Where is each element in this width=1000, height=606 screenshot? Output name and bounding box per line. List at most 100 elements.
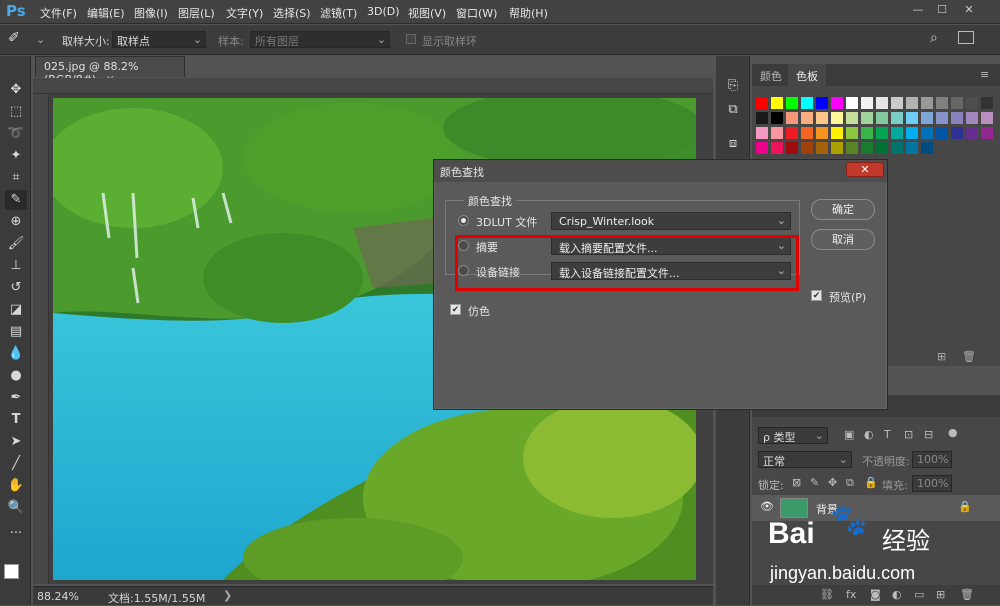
color-swatch[interactable] xyxy=(876,127,888,139)
color-swatch[interactable] xyxy=(981,127,993,139)
color-swatch[interactable] xyxy=(846,142,858,154)
color-swatch[interactable] xyxy=(801,127,813,139)
type-tool-icon[interactable]: T xyxy=(5,410,27,430)
ok-button[interactable]: 确定 xyxy=(811,199,875,220)
delete-swatch-icon[interactable]: 🗑 xyxy=(962,350,976,363)
color-swatch[interactable] xyxy=(951,127,963,139)
layer-filter-select[interactable]: ρ 类型 ⌄ xyxy=(758,427,828,444)
color-swatch[interactable] xyxy=(906,97,918,109)
brush-tool-icon[interactable]: 🖌 xyxy=(5,234,27,254)
menu-type[interactable]: 文字(Y) xyxy=(226,5,263,21)
lock-all-icon[interactable]: 🔒 xyxy=(864,476,878,489)
menu-filter[interactable]: 滤镜(T) xyxy=(320,5,357,21)
color-swatch[interactable] xyxy=(891,112,903,124)
color-swatch[interactable] xyxy=(831,142,843,154)
zoom-level[interactable]: 88.24% xyxy=(37,590,79,603)
color-swatch[interactable] xyxy=(756,142,768,154)
color-swatch[interactable] xyxy=(921,112,933,124)
color-swatch[interactable] xyxy=(771,142,783,154)
clone-source-icon[interactable]: ⧈ xyxy=(722,134,744,154)
more-tools-icon[interactable]: ··· xyxy=(5,524,27,544)
tab-color[interactable]: 颜色 xyxy=(752,64,790,86)
pen-tool-icon[interactable]: ✒ xyxy=(5,388,27,408)
color-swatch[interactable] xyxy=(951,112,963,124)
dialog-close-button[interactable]: ✕ xyxy=(846,162,884,177)
color-swatch[interactable] xyxy=(846,97,858,109)
color-swatch[interactable] xyxy=(966,97,978,109)
color-swatch[interactable] xyxy=(786,97,798,109)
dialog-title-bar[interactable]: 颜色查找 xyxy=(434,160,887,182)
color-swatch[interactable] xyxy=(921,142,933,154)
color-swatch[interactable] xyxy=(771,127,783,139)
crop-tool-icon[interactable]: ⌗ xyxy=(5,168,27,188)
lock-pixels-icon[interactable]: ⊠ xyxy=(792,476,801,489)
color-swatch[interactable] xyxy=(816,142,828,154)
menu-window[interactable]: 窗口(W) xyxy=(456,5,497,21)
lock-artboard-icon[interactable]: ⧉ xyxy=(846,476,854,490)
filter-toggle-icon[interactable]: ● xyxy=(948,426,958,439)
filter-shape-icon[interactable]: ⊡ xyxy=(904,428,913,441)
menu-edit[interactable]: 编辑(E) xyxy=(87,5,125,21)
chevron-down-icon[interactable]: ⌄ xyxy=(36,33,45,46)
color-swatch[interactable] xyxy=(891,127,903,139)
color-swatch[interactable] xyxy=(771,97,783,109)
color-swatch[interactable] xyxy=(846,112,858,124)
color-swatch[interactable] xyxy=(756,127,768,139)
color-swatch[interactable] xyxy=(951,97,963,109)
search-icon[interactable]: ⌕ xyxy=(930,30,938,46)
lasso-tool-icon[interactable]: ➰ xyxy=(5,124,27,144)
lock-paint-icon[interactable]: ✎ xyxy=(810,476,819,489)
maximize-icon[interactable]: ☐ xyxy=(934,3,950,17)
color-swatch[interactable] xyxy=(816,127,828,139)
color-swatch[interactable] xyxy=(936,97,948,109)
eyedropper-tool-icon[interactable]: ✎ xyxy=(5,190,27,210)
color-swatch[interactable] xyxy=(936,112,948,124)
line-tool-icon[interactable]: ╱ xyxy=(5,454,27,474)
color-swatch[interactable] xyxy=(906,112,918,124)
dodge-tool-icon[interactable]: ● xyxy=(5,366,27,386)
color-swatch[interactable] xyxy=(891,142,903,154)
close-icon[interactable]: ✕ xyxy=(961,3,977,17)
color-swatch[interactable] xyxy=(861,142,873,154)
color-swatch[interactable] xyxy=(771,112,783,124)
color-swatch[interactable] xyxy=(906,127,918,139)
color-swatch[interactable] xyxy=(786,112,798,124)
history-panel-icon[interactable]: ⎘ xyxy=(722,76,744,96)
cancel-button[interactable]: 取消 xyxy=(811,229,875,250)
color-swatch[interactable] xyxy=(876,142,888,154)
marquee-tool-icon[interactable]: ⬚ xyxy=(5,102,27,122)
color-swatch[interactable] xyxy=(756,112,768,124)
panel-menu-icon[interactable]: ≡ xyxy=(980,68,989,81)
magic-wand-icon[interactable]: ✦ xyxy=(5,146,27,166)
preview-checkbox[interactable]: ✔ xyxy=(811,290,822,301)
color-swatch[interactable] xyxy=(786,127,798,139)
color-swatch[interactable] xyxy=(831,97,843,109)
color-swatch[interactable] xyxy=(936,127,948,139)
color-swatch[interactable] xyxy=(981,97,993,109)
color-swatch[interactable] xyxy=(906,142,918,154)
stamp-tool-icon[interactable]: ⊥ xyxy=(5,256,27,276)
lock-move-icon[interactable]: ✥ xyxy=(828,476,837,489)
tab-swatches[interactable]: 色板 xyxy=(788,64,826,86)
color-swatch[interactable] xyxy=(876,97,888,109)
color-swatch[interactable] xyxy=(921,97,933,109)
menu-image[interactable]: 图像(I) xyxy=(134,5,168,21)
color-swatch[interactable] xyxy=(891,97,903,109)
blur-tool-icon[interactable]: 💧 xyxy=(5,344,27,364)
eyedropper-preset-icon[interactable]: ✐ xyxy=(8,30,20,46)
menu-layer[interactable]: 图层(L) xyxy=(178,5,215,21)
status-menu-arrow-icon[interactable]: ❯ xyxy=(223,589,232,602)
move-tool-icon[interactable]: ✥ xyxy=(5,80,27,100)
color-swatch[interactable] xyxy=(861,127,873,139)
workspace-icon[interactable] xyxy=(958,31,974,44)
menu-3d[interactable]: 3D(D) xyxy=(367,5,400,18)
menu-select[interactable]: 选择(S) xyxy=(273,5,311,21)
color-swatch[interactable] xyxy=(756,97,768,109)
history-brush-icon[interactable]: ↺ xyxy=(5,278,27,298)
foreground-color-swatch[interactable] xyxy=(4,564,19,579)
select-3dlut[interactable]: Crisp_Winter.look ⌄ xyxy=(551,212,791,230)
path-selection-icon[interactable]: ➤ xyxy=(5,432,27,452)
eraser-tool-icon[interactable]: ◪ xyxy=(5,300,27,320)
filter-type-icon[interactable]: T xyxy=(884,428,891,441)
color-swatch[interactable] xyxy=(816,97,828,109)
